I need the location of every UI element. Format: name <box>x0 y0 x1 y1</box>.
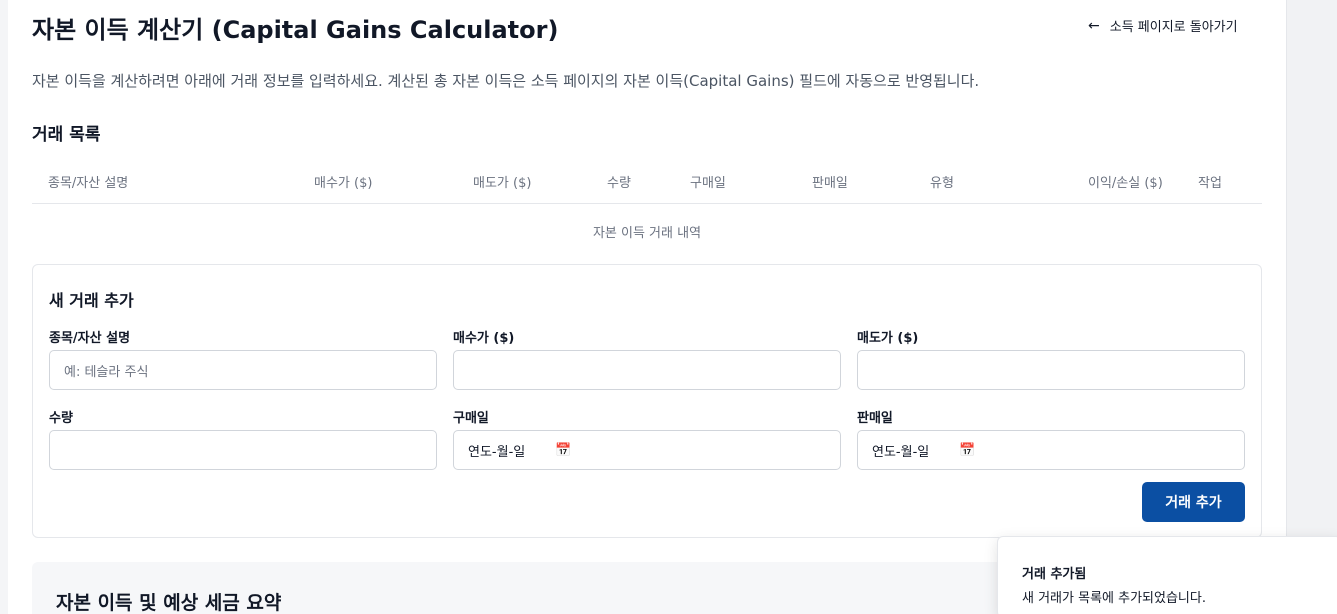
sale-date-field: 판매일 연도-월-일 📅 <box>857 407 1245 470</box>
quantity-input[interactable] <box>49 430 437 470</box>
arrow-left-icon: ← <box>1088 17 1100 34</box>
col-sale-date: 판매일 <box>812 176 848 191</box>
toast-notification[interactable]: 거래 추가됨 새 거래가 목록에 추가되었습니다. <box>997 536 1337 614</box>
description-input[interactable]: 예: 테슬라 주식 <box>49 350 437 390</box>
purchase-date-field: 구매일 연도-월-일 📅 <box>453 407 841 470</box>
buy-price-input[interactable] <box>453 350 841 390</box>
col-type: 유형 <box>930 176 954 191</box>
back-link-label: 소득 페이지로 돌아가기 <box>1109 20 1238 35</box>
page-title: 자본 이득 계산기 (Capital Gains Calculator) <box>32 16 559 44</box>
sell-price-input[interactable] <box>857 350 1245 390</box>
purchase-date-label: 구매일 <box>453 411 489 426</box>
col-profit-loss: 이익/손실 ($) <box>1088 176 1163 191</box>
transactions-table: 종목/자산 설명 매수가 ($) 매도가 ($) 수량 구매일 판매일 유형 이… <box>32 160 1262 241</box>
main-panel: 자본 이득 계산기 (Capital Gains Calculator) ← 소… <box>8 0 1286 614</box>
calendar-icon[interactable]: 📅 <box>959 443 975 458</box>
buy-price-field: 매수가 ($) <box>453 327 841 390</box>
sale-date-placeholder: 연도-월-일 <box>872 444 930 460</box>
add-transaction-button[interactable]: 거래 추가 <box>1142 482 1245 522</box>
sale-date-label: 판매일 <box>857 411 893 426</box>
quantity-field: 수량 <box>49 407 437 470</box>
calendar-icon[interactable]: 📅 <box>555 443 571 458</box>
col-purchase-date: 구매일 <box>690 176 726 191</box>
back-to-income-link[interactable]: ← 소득 페이지로 돌아가기 <box>1088 16 1238 36</box>
purchase-date-input[interactable]: 연도-월-일 📅 <box>453 430 841 470</box>
col-sell-price: 매도가 ($) <box>473 176 532 191</box>
transactions-title: 거래 목록 <box>32 125 101 145</box>
table-header-row: 종목/자산 설명 매수가 ($) 매도가 ($) 수량 구매일 판매일 유형 이… <box>32 160 1262 204</box>
toast-message: 새 거래가 목록에 추가되었습니다. <box>1022 591 1206 606</box>
buy-price-label: 매수가 ($) <box>453 331 515 346</box>
sell-price-field: 매도가 ($) <box>857 327 1245 390</box>
sell-price-label: 매도가 ($) <box>857 331 919 346</box>
intro-text: 자본 이득을 계산하려면 아래에 거래 정보를 입력하세요. 계산된 총 자본 … <box>32 72 980 90</box>
empty-state-text: 자본 이득 거래 내역 <box>592 226 702 241</box>
col-buy-price: 매수가 ($) <box>314 176 373 191</box>
sale-date-input[interactable]: 연도-월-일 📅 <box>857 430 1245 470</box>
purchase-date-placeholder: 연도-월-일 <box>468 444 526 460</box>
new-transaction-title: 새 거래 추가 <box>49 291 134 310</box>
col-quantity: 수량 <box>607 176 631 191</box>
description-label: 종목/자산 설명 <box>49 331 131 346</box>
col-description: 종목/자산 설명 <box>48 176 129 191</box>
col-actions: 작업 <box>1198 176 1222 191</box>
quantity-label: 수량 <box>49 411 73 426</box>
new-transaction-card: 새 거래 추가 종목/자산 설명 예: 테슬라 주식 매수가 ($) 매도가 (… <box>32 264 1262 538</box>
side-strip <box>1286 0 1337 614</box>
summary-title: 자본 이득 및 예상 세금 요약 <box>56 592 282 614</box>
description-field: 종목/자산 설명 예: 테슬라 주식 <box>49 327 437 390</box>
toast-title: 거래 추가됨 <box>1022 567 1087 582</box>
